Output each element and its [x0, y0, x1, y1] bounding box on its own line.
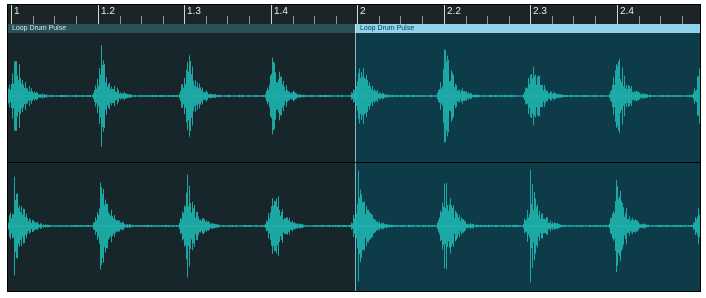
ruler-tick: [357, 5, 358, 24]
ruler-label: 1.3: [187, 6, 201, 17]
ruler-subtick: [336, 16, 337, 24]
ruler-label: 1.2: [101, 6, 115, 17]
ruler-subtick: [682, 16, 683, 24]
ruler-subtick: [141, 16, 142, 24]
ruler-label: 2.3: [533, 6, 547, 17]
beat-time-ruler[interactable]: 1 1.2 1.3 1.4 2 2.2 2.3 2.4: [8, 5, 700, 25]
ruler-label: 1.4: [274, 6, 288, 17]
ruler-subtick: [379, 16, 380, 24]
ruler-subtick: [76, 16, 77, 24]
ruler-subtick: [573, 16, 574, 24]
ruler-tick: [11, 5, 12, 24]
stereo-waveform: [8, 45, 700, 283]
ruler-subtick: [595, 16, 596, 24]
ruler-tick: [98, 5, 99, 24]
ruler-subtick: [400, 16, 401, 24]
ruler-subtick: [487, 16, 488, 24]
ruler-tick: [530, 5, 531, 24]
ruler-subtick: [314, 16, 315, 24]
ruler-tick: [617, 5, 618, 24]
ruler-subtick: [33, 16, 34, 24]
ruler-tick: [184, 5, 185, 24]
ruler-subtick: [660, 16, 661, 24]
ruler-subtick: [249, 16, 250, 24]
ruler-subtick: [639, 16, 640, 24]
ruler-tick: [271, 5, 272, 24]
ruler-subtick: [552, 16, 553, 24]
clip-title[interactable]: Loop Drum Pulse: [355, 24, 700, 33]
ruler-subtick: [227, 16, 228, 24]
ruler-label: 1: [14, 6, 20, 17]
ruler-subtick: [422, 16, 423, 24]
ruler-subtick: [163, 16, 164, 24]
ruler-label: 2.4: [620, 6, 634, 17]
ruler-label: 2.2: [447, 6, 461, 17]
clip-title[interactable]: Loop Drum Pulse: [8, 24, 355, 33]
ruler-subtick: [509, 16, 510, 24]
ruler-subtick: [466, 16, 467, 24]
ruler-label: 2: [360, 6, 366, 17]
ruler-subtick: [120, 16, 121, 24]
arrangement-view: 1 1.2 1.3 1.4 2 2.2 2.3 2.4 Loop Drum Pulse Loo…: [7, 4, 701, 292]
ruler-tick: [444, 5, 445, 24]
ruler-subtick: [293, 16, 294, 24]
ruler-subtick: [54, 16, 55, 24]
ruler-subtick: [206, 16, 207, 24]
